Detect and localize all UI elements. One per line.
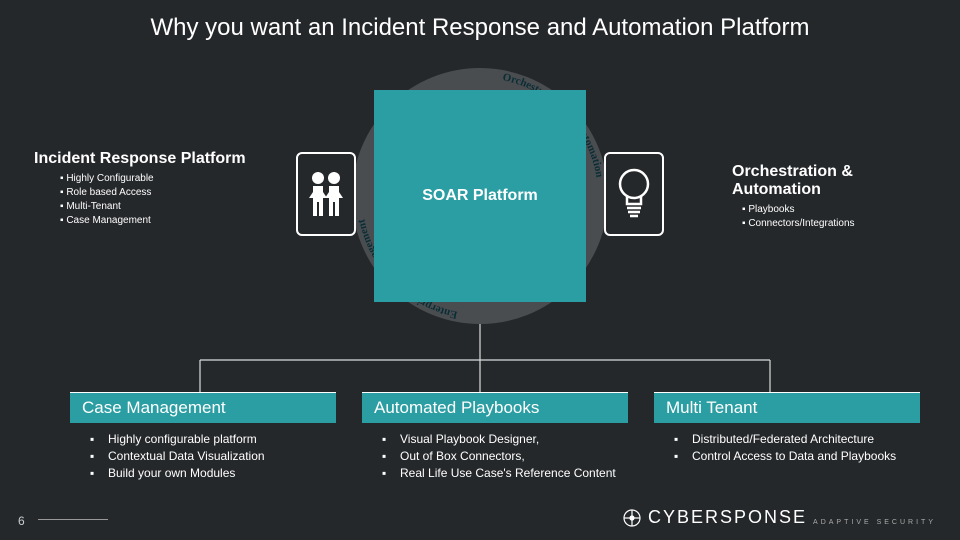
irp-item: Highly Configurable [60,172,246,186]
card-case-management: Case Management Highly configurable plat… [70,392,336,482]
orchestration-section: Orchestration & Automation Playbooks Con… [732,163,932,231]
center-diagram: Orchestration and Automation Enterprise … [352,68,608,324]
oa-item: Connectors/Integrations [742,217,932,231]
card-item: Highly configurable platform [90,431,328,448]
card-item: Real Life Use Case's Reference Content [382,465,620,482]
logo-text: CYBERSPONSE [648,507,807,528]
irp-item: Multi-Tenant [60,200,246,214]
oa-item: Playbooks [742,203,932,217]
card-automated-playbooks: Automated Playbooks Visual Playbook Desi… [362,392,628,482]
card-title: Case Management [70,392,336,423]
page-number: 6 [18,514,25,528]
card-item: Build your own Modules [90,465,328,482]
card-multi-tenant: Multi Tenant Distributed/Federated Archi… [654,392,920,482]
irp-item: Case Management [60,214,246,228]
card-item: Out of Box Connectors, [382,448,620,465]
center-label: SOAR Platform [422,187,538,205]
card-item: Contextual Data Visualization [90,448,328,465]
people-icon-box [296,152,356,236]
card-title: Automated Playbooks [362,392,628,423]
card-item: Visual Playbook Designer, [382,431,620,448]
logo-subtext: ADAPTIVE SECURITY [813,519,936,526]
lightbulb-icon [614,166,654,222]
cards-row: Case Management Highly configurable plat… [70,392,920,482]
logo-icon [622,508,642,528]
brand-logo: CYBERSPONSE ADAPTIVE SECURITY [622,507,936,528]
cycle-wheel: SOAR Platform [374,90,586,302]
oa-heading: Orchestration & Automation [732,163,932,199]
card-item: Control Access to Data and Playbooks [674,448,912,465]
irp-heading: Incident Response Platform [34,150,246,168]
page-number-divider [38,519,108,520]
card-title: Multi Tenant [654,392,920,423]
people-icon [305,168,347,220]
card-item: Distributed/Federated Architecture [674,431,912,448]
incident-response-section: Incident Response Platform Highly Config… [34,150,246,228]
slide-title: Why you want an Incident Response and Au… [0,0,960,42]
irp-item: Role based Access [60,186,246,200]
lightbulb-icon-box [604,152,664,236]
